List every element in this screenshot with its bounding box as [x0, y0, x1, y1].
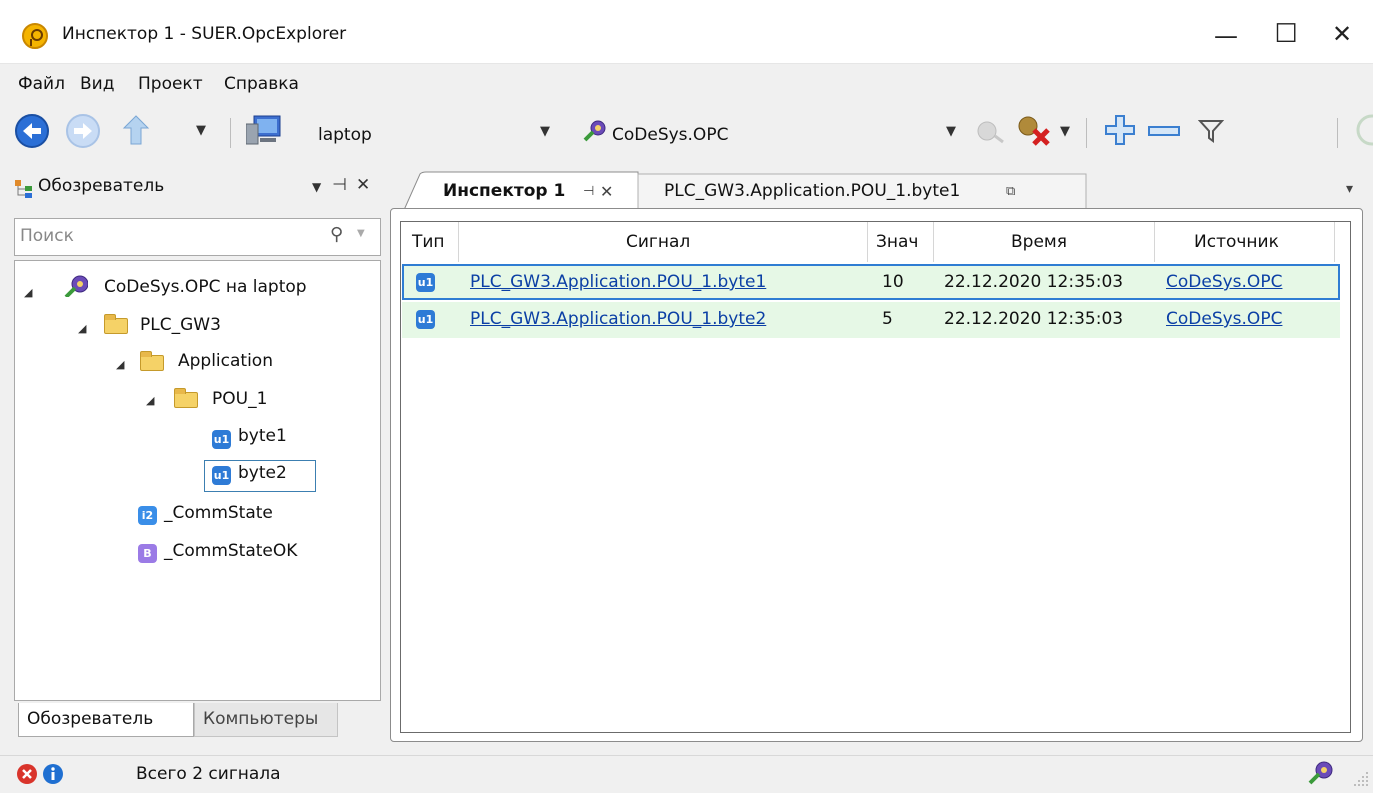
info-icon[interactable]: [42, 763, 64, 785]
disconnect-dropdown-icon[interactable]: ▼: [1060, 124, 1070, 139]
expand-icon[interactable]: ◢: [24, 286, 32, 299]
tab-list-icon[interactable]: ▾: [1346, 170, 1353, 208]
uint-type-icon: u1: [212, 466, 231, 485]
menu-file[interactable]: Файл: [18, 74, 65, 94]
tree-node-plc[interactable]: PLC_GW3: [140, 315, 221, 335]
uint-type-icon: u1: [416, 310, 435, 329]
source-link[interactable]: CoDeSys.OPC: [1166, 309, 1282, 329]
remove-icon[interactable]: [1148, 126, 1180, 136]
connection-status-icon: [1308, 761, 1333, 785]
expand-icon[interactable]: ◢: [146, 394, 154, 407]
toolbar-separator: [1086, 118, 1087, 148]
opc-server-icon: [583, 120, 606, 142]
forward-icon[interactable]: [65, 113, 101, 149]
computer-icon: [246, 115, 281, 145]
column-separator[interactable]: [1334, 222, 1335, 262]
signal-value: 10: [882, 272, 904, 292]
column-header-source[interactable]: Источник: [1194, 232, 1279, 252]
close-button[interactable]: ✕: [1318, 14, 1366, 54]
uint-type-icon: u1: [212, 430, 231, 449]
connect-icon[interactable]: [973, 116, 1005, 146]
int-type-icon: i2: [138, 506, 157, 525]
tree-node-pou[interactable]: POU_1: [212, 389, 267, 409]
column-separator[interactable]: [458, 222, 459, 262]
tab-inspector[interactable]: Инспектор 1: [443, 172, 565, 210]
column-header-time[interactable]: Время: [1011, 232, 1067, 252]
tab-computers[interactable]: Компьютеры: [194, 703, 338, 737]
explorer-icon: [15, 180, 32, 198]
tree-node-application[interactable]: Application: [178, 351, 273, 371]
up-icon[interactable]: [120, 112, 152, 148]
bool-type-icon: B: [138, 544, 157, 563]
signal-time: 22.12.2020 12:35:03: [944, 309, 1124, 329]
menu-bar: [0, 64, 1373, 100]
filter-icon[interactable]: [1198, 118, 1224, 144]
signal-time: 22.12.2020 12:35:03: [944, 272, 1124, 292]
add-icon[interactable]: [1104, 114, 1136, 146]
tree-node-byte1[interactable]: byte1: [238, 426, 287, 446]
uint-type-icon: u1: [416, 273, 435, 292]
opc-server-icon: [64, 275, 88, 297]
error-icon[interactable]: [16, 763, 38, 785]
server-combo-arrow-icon[interactable]: ▼: [946, 124, 956, 139]
column-separator[interactable]: [933, 222, 934, 262]
tab-pin-icon[interactable]: ⊣: [583, 172, 594, 210]
up-history-dropdown-icon[interactable]: ▼: [196, 123, 206, 138]
tab-float-icon[interactable]: ⧉: [1006, 172, 1015, 210]
toolbar-separator: [230, 118, 231, 148]
signal-link[interactable]: PLC_GW3.Application.POU_1.byte2: [470, 309, 766, 329]
menu-view[interactable]: Вид: [80, 74, 114, 94]
tree-node-server[interactable]: CoDeSys.OPC на laptop: [104, 277, 307, 297]
tree-node-commstate[interactable]: _CommState: [164, 503, 273, 523]
column-header-signal[interactable]: Сигнал: [626, 232, 690, 252]
column-separator[interactable]: [1154, 222, 1155, 262]
minimize-button[interactable]: —: [1202, 16, 1250, 56]
tab-signal-byte1[interactable]: PLC_GW3.Application.POU_1.byte1: [664, 172, 960, 210]
search-icon[interactable]: ⚲: [330, 224, 343, 245]
disconnect-icon[interactable]: [1014, 114, 1054, 148]
tab-close-icon[interactable]: ✕: [600, 172, 613, 210]
panel-close-icon[interactable]: ✕: [356, 175, 370, 195]
back-icon[interactable]: [14, 113, 50, 149]
search-dropdown-icon[interactable]: ▼: [357, 228, 365, 239]
status-text: Всего 2 сигнала: [136, 764, 281, 784]
pin-icon[interactable]: ⊣: [332, 175, 347, 195]
signal-value: 5: [882, 309, 893, 329]
signal-link[interactable]: PLC_GW3.Application.POU_1.byte1: [470, 272, 766, 292]
menu-project[interactable]: Проект: [138, 74, 203, 94]
panel-menu-icon[interactable]: ▼: [312, 180, 321, 194]
computer-combo[interactable]: laptop: [318, 125, 372, 145]
explorer-title: Обозреватель: [38, 176, 165, 196]
window-title: Инспектор 1 - SUER.OpcExplorer: [62, 24, 347, 44]
folder-icon: [140, 351, 164, 371]
expand-icon[interactable]: ◢: [78, 322, 86, 335]
expand-icon[interactable]: ◢: [116, 358, 124, 371]
column-separator[interactable]: [867, 222, 868, 262]
computer-combo-arrow-icon[interactable]: ▼: [540, 124, 550, 139]
server-combo[interactable]: CoDeSys.OPC: [612, 125, 728, 145]
tree-node-byte2[interactable]: byte2: [238, 463, 287, 483]
search-placeholder: Поиск: [20, 226, 74, 246]
resize-grip-icon[interactable]: [1352, 770, 1370, 788]
toolbar-separator: [1337, 118, 1338, 148]
tree-node-commstateok[interactable]: _CommStateOK: [164, 541, 297, 561]
maximize-button[interactable]: ☐: [1262, 14, 1310, 54]
refresh-icon[interactable]: [1352, 112, 1373, 148]
app-logo-icon: [22, 23, 48, 49]
menu-help[interactable]: Справка: [224, 74, 299, 94]
folder-icon: [174, 388, 198, 408]
column-header-type[interactable]: Тип: [412, 232, 445, 252]
column-header-value[interactable]: Знач: [876, 232, 918, 252]
folder-icon: [104, 314, 128, 334]
tab-explorer[interactable]: Обозреватель: [18, 703, 194, 737]
source-link[interactable]: CoDeSys.OPC: [1166, 272, 1282, 292]
